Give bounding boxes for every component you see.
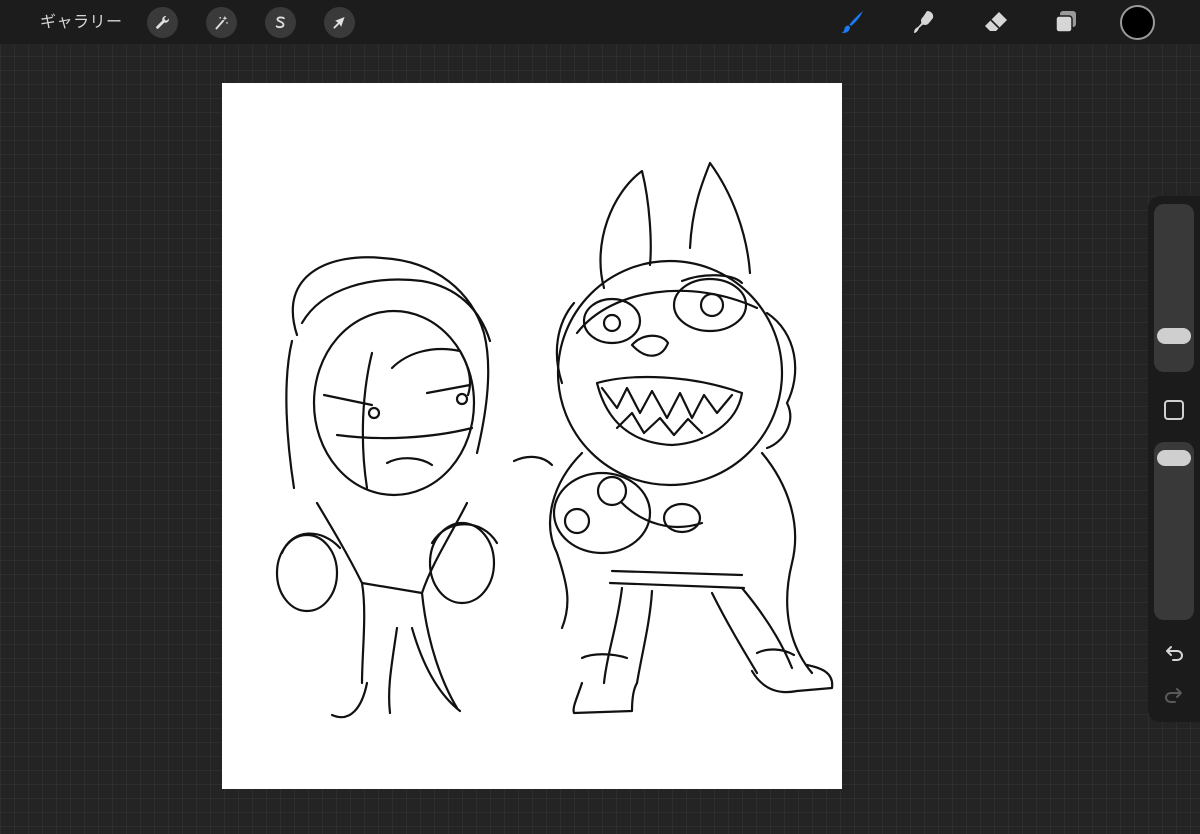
layers-tool[interactable] (1050, 6, 1082, 38)
layers-icon (1055, 11, 1076, 33)
color-picker-button[interactable] (1120, 5, 1155, 40)
arrow-cursor-icon (333, 16, 345, 29)
actions-button[interactable] (147, 7, 178, 38)
magic-wand-icon (215, 15, 228, 30)
sketch-drawing (275, 161, 834, 719)
transform-button[interactable] (324, 7, 355, 38)
redo-arrow-icon (1164, 688, 1182, 703)
redo-button[interactable] (1162, 682, 1186, 706)
smudge-tool[interactable] (908, 6, 940, 38)
wrench-icon (156, 16, 169, 29)
brush-size-knob[interactable] (1157, 328, 1191, 344)
gallery-button[interactable]: ギャラリー (40, 10, 123, 34)
smudge-icon (914, 11, 934, 33)
eraser-tool[interactable] (980, 6, 1012, 38)
opacity-slider[interactable] (1154, 442, 1194, 620)
selection-s-icon (275, 16, 285, 29)
selection-button[interactable] (265, 7, 296, 38)
brush-icon (841, 11, 863, 33)
top-toolbar: ギャラリー (0, 0, 1200, 44)
opacity-knob[interactable] (1157, 450, 1191, 466)
undo-button[interactable] (1162, 640, 1186, 664)
undo-arrow-icon (1166, 646, 1184, 661)
brush-sidebar (1148, 196, 1200, 722)
brush-tool[interactable] (836, 6, 868, 38)
brush-size-slider[interactable] (1154, 204, 1194, 372)
eraser-icon (985, 12, 1007, 31)
adjustments-button[interactable] (206, 7, 237, 38)
modify-button[interactable] (1164, 400, 1184, 420)
drawing-canvas[interactable] (222, 83, 842, 789)
